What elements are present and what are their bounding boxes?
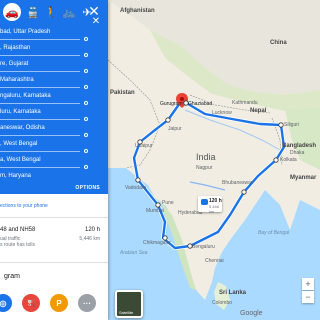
route-tolls-note: s route has tolls [0,242,36,248]
directions-header: 🚗 🚆 🚶 🚲 ✈ ✕ bad, Uttar Pradesh , Rajasth… [0,0,108,182]
stop-input-2[interactable]: , Rajasthan [0,40,80,56]
options-button[interactable]: OPTIONS [75,185,100,191]
country-label-nepal: Nepal [250,108,267,114]
route-time: 120 h [84,227,100,233]
city-label-vadodara: Vadodara [125,185,147,191]
country-label-myanmar: Myanmar [290,175,317,181]
country-label-india: India [196,152,216,162]
route-time-callout[interactable]: 120 h 5,446 km [198,196,222,214]
country-label-afghanistan: Afghanistan [120,8,155,14]
stop-dot-icon [84,117,88,121]
city-label-mumbai: Mumbai [146,208,164,214]
route-distance: 5,446 km [79,236,100,242]
stop-dot-icon [84,165,88,169]
stop-input-9[interactable]: a, West Bengal [0,152,80,168]
transit-mode-icon[interactable]: 🚆 [24,3,42,21]
stop-input-6[interactable]: luru, Karnataka [0,104,80,120]
divider [0,262,108,263]
stop-dot-icon [84,53,88,57]
city-label-gurugram: Gurugram [160,101,183,107]
more-options-icon[interactable]: ··· [78,294,96,312]
city-label-jaipur: Jaipur [168,126,182,132]
explore-nearby-icon[interactable]: ◎ [0,294,12,312]
app-root: Pakistan Nepal Bangladesh Myanmar Sri La… [0,0,320,320]
stop-input-5[interactable]: ngaluru, Karnataka [0,88,80,104]
satellite-label: Satellite [119,310,134,315]
stop-dot-icon [84,37,88,41]
stop-input-1[interactable]: bad, Uttar Pradesh [0,24,80,40]
water-label-bay: Bay of Bengal [258,230,290,236]
divider [0,217,108,218]
car-mode-icon[interactable]: 🚗 [3,3,21,21]
city-label-lucknow: Lucknow [212,110,232,116]
city-label-colombo: Colombo [212,300,233,306]
city-label-kolkata: Kolkata [280,157,297,163]
city-label-chennai: Chennai [205,258,224,264]
city-label-bhubaneswar: Bhubaneswar [222,180,253,186]
country-label-bangladesh: Bangladesh [282,143,317,149]
country-label-sri-lanka: Sri Lanka [219,290,247,296]
country-label-pakistan: Pakistan [110,90,135,96]
city-label-bengaluru: Bengaluru [192,244,215,250]
stop-input-3[interactable]: re, Gujarat [0,56,80,72]
google-logo: Google [240,310,263,317]
city-label-chikmagalur: Chikmagalur [143,240,172,246]
stop-dot-icon [84,133,88,137]
city-label-siliguri: Siliguri [284,122,300,128]
city-label-pune: Pune [162,200,174,206]
options-bar: OPTIONS [0,182,108,194]
bike-mode-icon[interactable]: 🚲 [60,3,78,21]
remove-stop-icon[interactable]: ✕ [91,17,101,27]
city-label-ghaziabad: Ghaziabad [188,101,213,107]
stop-dot-icon [84,69,88,73]
directions-panel: 🚗 🚆 🚶 🚲 ✈ ✕ bad, Uttar Pradesh , Rajasth… [0,0,108,320]
city-label-kathmandu: Kathmandu [232,100,258,106]
stop-dot-icon [84,149,88,153]
stop-input-7[interactable]: aneswar, Odisha [0,120,80,136]
explore-title: gram [4,273,20,280]
callout-distance: 5,446 km [209,204,220,214]
stop-dot-icon [84,85,88,89]
parking-icon[interactable]: P [50,294,68,312]
stop-input-8[interactable]: , West Bengal [0,136,80,152]
satellite-toggle[interactable]: Satellite [115,290,143,318]
zoom-out-button[interactable]: − [302,291,314,303]
stop-dot-icon [84,101,88,105]
walk-mode-icon[interactable]: 🚶 [42,3,60,21]
city-label-dhaka: Dhaka [290,150,305,156]
gas-station-icon[interactable]: ⛽ [22,294,40,312]
stop-input-4[interactable]: Maharashtra [0,72,80,88]
car-icon [201,199,208,205]
water-label-arabian: Arabian Sea [120,250,148,256]
country-label-china: China [270,40,287,46]
route-title: 48 and NH58 [0,227,36,233]
zoom-in-button[interactable]: + [302,278,314,290]
send-to-phone-link[interactable]: ections to your phone [0,203,48,209]
city-label-udaipur: Udaipur [135,143,153,149]
city-label-nagpur: Nagpur [196,165,213,171]
